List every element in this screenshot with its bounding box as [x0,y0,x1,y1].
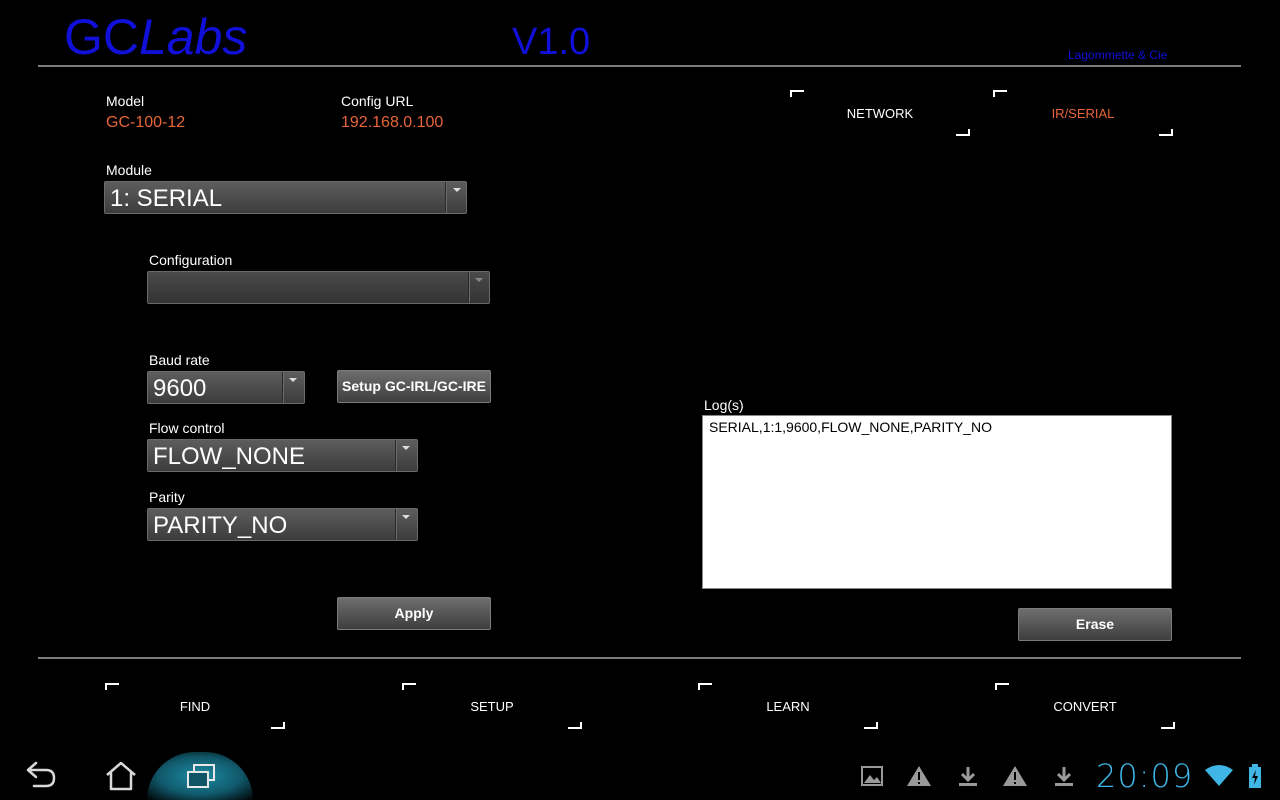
config-url-value: 192.168.0.100 [341,114,444,131]
home-icon[interactable] [104,760,138,792]
baud-rate-value: 9600 [153,375,207,402]
download-icon [1055,767,1073,786]
flow-control-spinner[interactable]: FLOW_NONE [147,439,418,472]
config-url-label: Config URL [341,93,414,109]
tab-corner [568,722,582,729]
tab-learn-label: LEARN [766,699,810,714]
log-label: Log(s) [704,397,744,413]
company-name: Lagommette & Cie [1068,48,1168,62]
tab-corner [105,683,119,690]
parity-label: Parity [149,489,185,505]
configuration-label: Configuration [149,252,233,268]
module-label: Module [106,162,152,178]
app-logo: GCLabs [64,8,247,66]
setup-gc-irl-button[interactable]: Setup GC-IRL/GC-IRE [337,370,491,403]
app-version: V1.0 [512,21,591,63]
spinner-separator [468,272,470,303]
tab-learn[interactable]: LEARN [698,683,878,729]
gallery-icon [861,766,883,786]
tab-corner [271,722,285,729]
model-label: Model [106,93,145,109]
tab-setup[interactable]: SETUP [402,683,582,729]
spinner-separator [395,509,397,540]
apply-button[interactable]: Apply [337,597,491,630]
spinner-separator [445,182,447,213]
chevron-down-icon [402,515,410,519]
tab-corner [790,90,804,97]
tab-corner [1161,722,1175,729]
flow-control-label: Flow control [149,420,225,436]
tab-find[interactable]: FIND [105,683,285,729]
model-value: GC-100-12 [106,114,186,131]
tab-convert-label: CONVERT [1053,699,1117,714]
tab-corner [864,722,878,729]
recent-apps-icon[interactable] [184,762,218,792]
module-value: 1: SERIAL [110,185,223,212]
logo-labs: Labs [139,9,248,65]
parity-spinner[interactable]: PARITY_NO [147,508,418,541]
configuration-spinner[interactable] [147,271,490,304]
parity-value: PARITY_NO [153,512,288,539]
tab-corner [995,683,1009,690]
footer-divider [38,657,1241,659]
header-divider [38,65,1241,67]
download-icon [959,767,977,786]
tab-corner [698,683,712,690]
baud-rate-spinner[interactable]: 9600 [147,371,305,404]
tab-corner [402,683,416,690]
tab-convert[interactable]: CONVERT [995,683,1175,729]
tab-setup-label: SETUP [470,699,514,714]
flow-control-value: FLOW_NONE [153,443,306,470]
erase-button[interactable]: Erase [1018,608,1172,641]
spinner-separator [282,372,284,403]
back-icon[interactable] [22,760,58,792]
chevron-down-icon [453,188,461,192]
log-textarea[interactable]: SERIAL,1:1,9600,FLOW_NONE,PARITY_NO [702,415,1172,589]
chevron-down-icon [402,446,410,450]
logo-gc: GC [64,9,139,65]
warning-icon [1003,766,1027,786]
tab-corner [956,129,970,136]
tab-corner [993,90,1007,97]
tab-ir-serial[interactable]: IR/SERIAL [993,90,1173,136]
status-clock: 20:09 [1096,757,1194,795]
tab-network[interactable]: NETWORK [790,90,970,136]
baud-rate-label: Baud rate [149,352,210,368]
wifi-icon [1205,765,1233,786]
chevron-down-icon [289,378,297,382]
spinner-separator [395,440,397,471]
tab-ir-serial-label: IR/SERIAL [1051,106,1115,121]
battery-icon [1249,764,1261,788]
warning-icon [907,766,931,786]
tab-network-label: NETWORK [846,106,914,121]
tab-corner [1159,129,1173,136]
tab-find-label: FIND [179,699,211,714]
module-spinner[interactable]: 1: SERIAL [104,181,467,214]
chevron-down-icon [475,278,483,282]
